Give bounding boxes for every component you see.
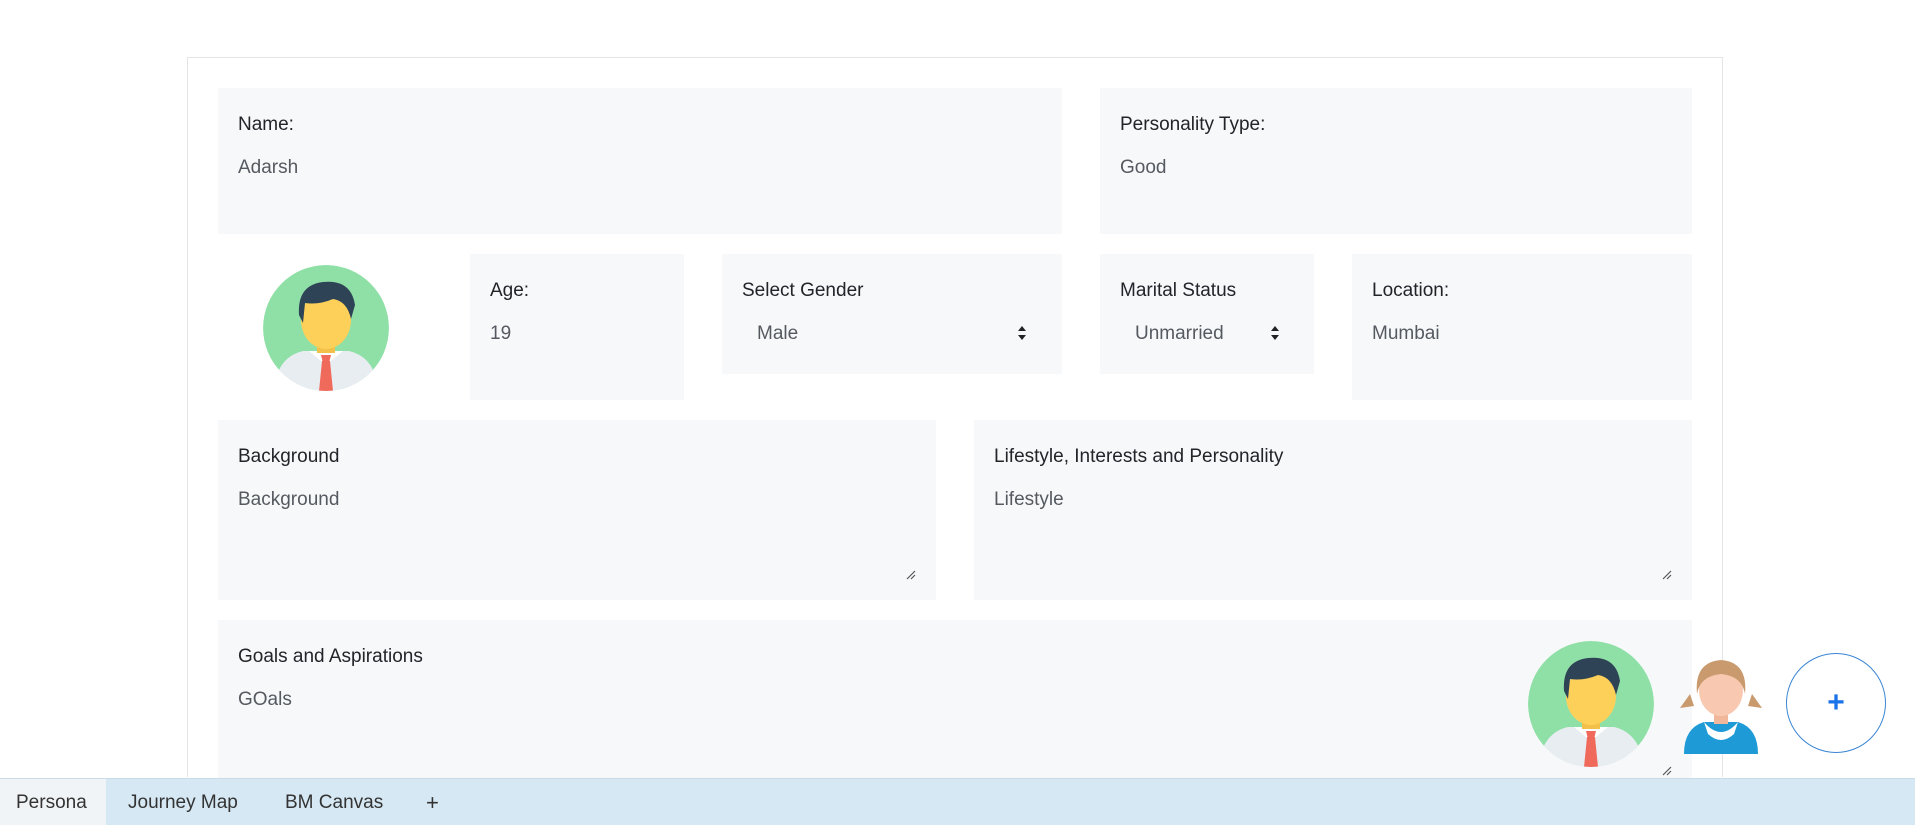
male-persona-avatar-icon[interactable] [1528, 641, 1654, 767]
location-input[interactable]: Mumbai [1372, 323, 1440, 345]
resize-grip-icon[interactable] [1660, 568, 1672, 580]
tab-persona-label: Persona [16, 792, 87, 813]
add-tab-button[interactable]: + [408, 779, 457, 825]
gender-field[interactable]: Select Gender Male [722, 254, 1062, 374]
plus-icon: + [426, 790, 439, 815]
personality-type-field[interactable]: Personality Type: Good [1100, 88, 1692, 234]
personality-type-label: Personality Type: [1120, 114, 1266, 135]
goals-field[interactable]: Goals and Aspirations GOals [218, 620, 1692, 800]
lifestyle-field[interactable]: Lifestyle, Interests and Personality Lif… [974, 420, 1692, 600]
location-field[interactable]: Location: Mumbai [1352, 254, 1692, 400]
lifestyle-textarea[interactable]: Lifestyle [994, 489, 1064, 511]
gender-label: Select Gender [742, 280, 864, 301]
resize-grip-icon[interactable] [904, 568, 916, 580]
tab-bm-canvas-label: BM Canvas [285, 792, 384, 813]
persona-card: Name: Adarsh Personality Type: Good Age:… [187, 57, 1723, 800]
select-arrows-icon[interactable] [1017, 324, 1027, 342]
age-label: Age: [490, 280, 530, 301]
age-field[interactable]: Age: 19 [470, 254, 684, 400]
marital-status-select[interactable]: Unmarried [1135, 323, 1224, 345]
background-field[interactable]: Background Background [218, 420, 936, 600]
age-input[interactable]: 19 [490, 323, 511, 345]
background-textarea[interactable]: Background [238, 489, 339, 511]
gender-select[interactable]: Male [757, 323, 798, 345]
background-label: Background [238, 446, 340, 467]
tab-journey-map-label: Journey Map [128, 792, 238, 813]
name-label: Name: [238, 114, 294, 135]
personality-type-input[interactable]: Good [1120, 157, 1166, 179]
name-input[interactable]: Adarsh [238, 157, 298, 179]
tab-persona[interactable]: Persona [0, 779, 106, 825]
marital-status-label: Marital Status [1120, 280, 1237, 301]
marital-status-field[interactable]: Marital Status Unmarried [1100, 254, 1314, 374]
persona-avatar[interactable] [263, 265, 389, 391]
tab-journey-map[interactable]: Journey Map [110, 779, 256, 825]
goals-label: Goals and Aspirations [238, 646, 423, 667]
select-arrows-icon[interactable] [1270, 324, 1280, 342]
lifestyle-label: Lifestyle, Interests and Personality [994, 446, 1284, 467]
plus-icon: + [1827, 686, 1845, 719]
name-field[interactable]: Name: Adarsh [218, 88, 1062, 234]
goals-textarea[interactable]: GOals [238, 689, 292, 711]
resize-grip-icon[interactable] [1660, 764, 1672, 776]
sheet-tab-bar: Persona Journey Map BM Canvas + [0, 778, 1915, 825]
add-persona-button[interactable]: + [1786, 653, 1886, 753]
tab-bm-canvas[interactable]: BM Canvas [267, 779, 401, 825]
female-persona-avatar-icon[interactable] [1676, 650, 1766, 754]
location-label: Location: [1372, 280, 1450, 301]
